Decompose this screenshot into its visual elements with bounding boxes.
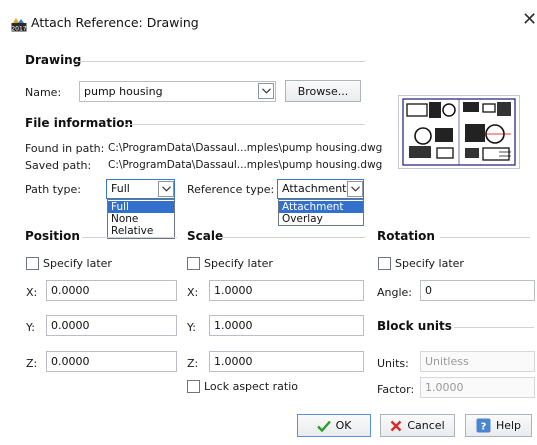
drawing-reference-icon: 2017: [11, 18, 27, 32]
drawing-name-value: pump housing: [84, 85, 163, 98]
position-z-input[interactable]: 0.0000: [46, 351, 177, 372]
position-section-divider: [82, 237, 177, 238]
path-type-dropdown-button[interactable]: [158, 181, 174, 197]
name-dropdown-button[interactable]: [258, 83, 274, 99]
scale-section-title: Scale: [187, 229, 224, 243]
angle-value: 0: [425, 284, 432, 297]
help-button[interactable]: ? Help: [465, 414, 532, 437]
file-info-section-title: File information: [25, 116, 134, 130]
position-x-label: X:: [26, 286, 38, 299]
drawing-name-combo[interactable]: pump housing: [79, 81, 276, 102]
reference-type-option-attachment[interactable]: Attachment: [279, 201, 363, 213]
chevron-down-icon: [161, 186, 171, 192]
lock-aspect-ratio-label: Lock aspect ratio: [204, 380, 299, 393]
saved-path-label: Saved path:: [25, 159, 92, 172]
ok-button[interactable]: OK: [297, 414, 371, 437]
position-y-value: 0.0000: [51, 319, 90, 332]
rotation-specify-later-checkbox[interactable]: [378, 257, 391, 270]
angle-input[interactable]: 0: [420, 280, 535, 301]
drawing-section-divider: [75, 61, 365, 62]
lock-aspect-ratio-checkbox[interactable]: [187, 380, 200, 393]
scale-y-value: 1.0000: [214, 319, 253, 332]
path-type-value: Full: [111, 182, 130, 195]
checkmark-icon: [316, 420, 331, 432]
found-in-path-label: Found in path:: [25, 142, 105, 155]
scale-y-input[interactable]: 1.0000: [209, 315, 364, 336]
position-x-value: 0.0000: [51, 284, 90, 297]
reference-type-label: Reference type:: [187, 183, 275, 196]
position-y-input[interactable]: 0.0000: [46, 315, 177, 336]
scale-x-input[interactable]: 1.0000: [209, 280, 364, 301]
drawing-preview: [398, 95, 520, 169]
factor-field: 1.0000: [420, 377, 535, 398]
scale-specify-later-checkbox[interactable]: [187, 257, 200, 270]
angle-label: Angle:: [377, 286, 413, 299]
position-y-label: Y:: [26, 321, 35, 334]
units-value: Unitless: [425, 355, 469, 368]
scale-specify-later-label: Specify later: [204, 257, 273, 270]
scale-y-label: Y:: [187, 321, 196, 334]
scale-x-label: X:: [187, 286, 199, 299]
window-title: Attach Reference: Drawing: [31, 15, 199, 30]
rotation-section-divider: [440, 237, 530, 238]
help-icon: ?: [476, 418, 491, 433]
position-specify-later-checkbox[interactable]: [26, 257, 39, 270]
factor-value: 1.0000: [425, 381, 464, 394]
chevron-down-icon: [350, 186, 360, 192]
scale-section-divider: [222, 237, 365, 238]
help-button-label: Help: [495, 419, 522, 432]
position-x-input[interactable]: 0.0000: [46, 280, 177, 301]
position-z-value: 0.0000: [51, 355, 90, 368]
close-icon[interactable]: ✕: [522, 11, 537, 29]
found-in-path-value: C:\ProgramData\Dassaul...mples\pump hous…: [108, 142, 383, 154]
reference-type-dropdown-button[interactable]: [347, 181, 363, 197]
browse-button-label: Browse...: [297, 84, 349, 98]
reference-type-option-overlay[interactable]: Overlay: [279, 213, 363, 225]
name-label: Name:: [25, 86, 62, 99]
file-info-section-divider: [125, 124, 365, 125]
drawing-section-title: Drawing: [25, 53, 82, 67]
drawing-preview-thumbnail: [402, 98, 516, 166]
scale-z-label: Z:: [187, 357, 199, 370]
path-type-option-relative[interactable]: Relative: [108, 225, 174, 237]
saved-path-value: C:\ProgramData\Dassaul...mples\pump hous…: [108, 159, 383, 171]
scale-z-input[interactable]: 1.0000: [209, 351, 364, 372]
path-type-label: Path type:: [25, 183, 81, 196]
svg-text:?: ?: [481, 422, 487, 433]
cancel-x-icon: [391, 420, 402, 431]
ok-button-label: OK: [335, 419, 352, 432]
rotation-section-title: Rotation: [377, 229, 435, 243]
position-specify-later-label: Specify later: [43, 257, 112, 270]
chevron-down-icon: [261, 88, 271, 94]
block-units-section-title: Block units: [377, 319, 452, 333]
path-type-dropdown-list: Full None Relative: [107, 199, 175, 239]
position-z-label: Z:: [26, 357, 38, 370]
path-type-option-none[interactable]: None: [108, 213, 174, 225]
path-type-option-full[interactable]: Full: [108, 201, 174, 213]
units-field: Unitless: [420, 351, 535, 372]
position-section-title: Position: [25, 229, 80, 243]
scale-z-value: 1.0000: [214, 355, 253, 368]
rotation-specify-later-label: Specify later: [395, 257, 464, 270]
reference-type-value: Attachment: [282, 182, 347, 195]
units-label: Units:: [377, 357, 409, 370]
scale-x-value: 1.0000: [214, 284, 253, 297]
reference-type-dropdown-list: Attachment Overlay: [278, 199, 364, 226]
factor-label: Factor:: [377, 383, 415, 396]
browse-button[interactable]: Browse...: [285, 80, 361, 102]
svg-text:2017: 2017: [11, 25, 26, 32]
block-units-section-divider: [454, 327, 534, 328]
cancel-button-label: Cancel: [407, 419, 445, 432]
cancel-button[interactable]: Cancel: [380, 414, 455, 437]
